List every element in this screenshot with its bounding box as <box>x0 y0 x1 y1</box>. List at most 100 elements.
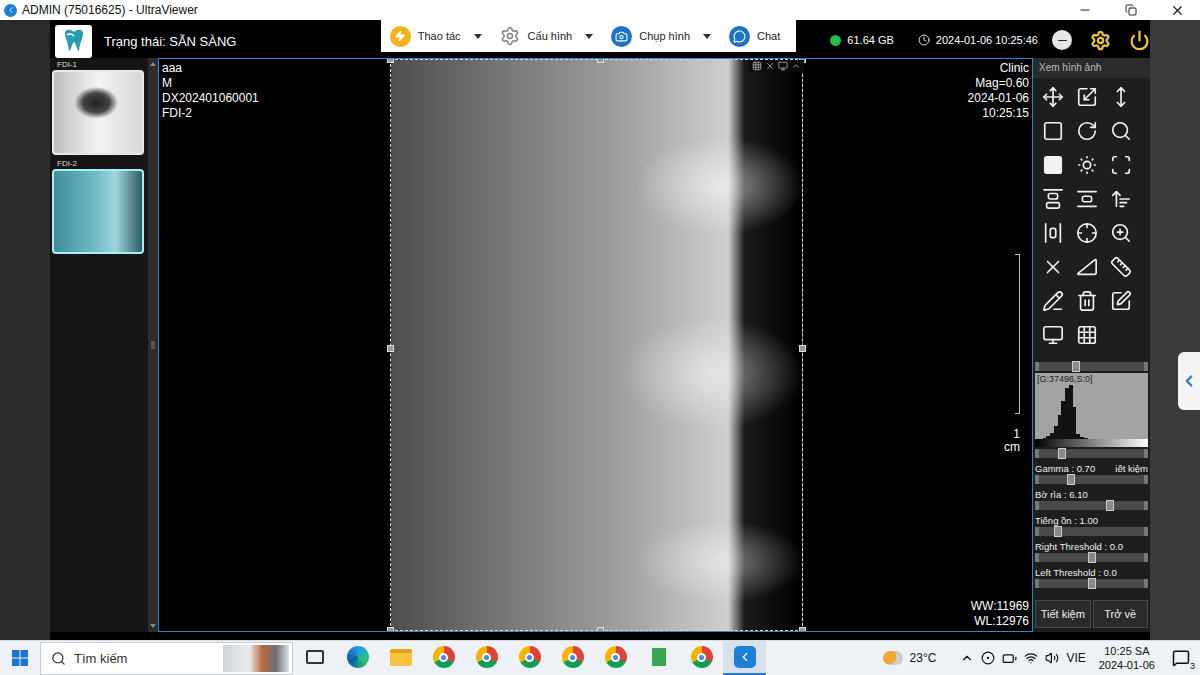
taskbar-app[interactable] <box>422 641 465 675</box>
side-tab[interactable] <box>1178 352 1200 410</box>
start-button[interactable] <box>0 650 40 666</box>
tool-button[interactable] <box>1036 250 1070 284</box>
screen: ADMIN (75016625) - UltraViewerTrạng thái… <box>0 0 1200 675</box>
tool-button[interactable] <box>1070 284 1104 318</box>
slider-track[interactable] <box>1035 501 1148 510</box>
tool-button[interactable] <box>1036 318 1070 352</box>
tool-button[interactable] <box>1070 182 1104 216</box>
slider-thumb[interactable] <box>1067 474 1075 485</box>
collapse-icon[interactable] <box>791 61 801 71</box>
tool-button[interactable] <box>1104 216 1138 250</box>
storage-text: 61.64 GB <box>847 34 893 46</box>
taskbar-app[interactable] <box>680 641 723 675</box>
gear-icon[interactable] <box>1090 30 1111 51</box>
tool-button[interactable] <box>1036 182 1070 216</box>
slider-track[interactable] <box>1035 553 1148 562</box>
power-icon[interactable] <box>1129 30 1150 51</box>
tool-button[interactable] <box>1070 250 1104 284</box>
menu-item[interactable]: Cấu hình <box>497 26 597 47</box>
info-line: FDI-2 <box>162 106 387 121</box>
tool-button[interactable] <box>1070 148 1104 182</box>
slider-thumb[interactable] <box>1106 500 1114 511</box>
grid-icon[interactable] <box>752 61 762 71</box>
slider-extra[interactable]: iết kiệm <box>1115 462 1148 475</box>
tool-button[interactable] <box>1104 182 1138 216</box>
slider-thumb[interactable] <box>1058 448 1066 459</box>
thumbnail-image[interactable] <box>52 70 144 155</box>
tool-button[interactable] <box>1104 284 1138 318</box>
tool-button[interactable] <box>1070 80 1104 114</box>
menu-item[interactable]: Chat <box>726 26 783 47</box>
battery-icon[interactable] <box>1002 651 1017 666</box>
language-text[interactable]: VIE <box>1066 651 1085 665</box>
info-line: 10:25:15 <box>982 106 1029 121</box>
taskbar-app[interactable] <box>508 641 551 675</box>
search-box[interactable]: Tìm kiếm <box>40 642 293 675</box>
tool-button[interactable] <box>1104 250 1138 284</box>
slider-track[interactable] <box>1035 579 1148 588</box>
slider-thumb[interactable] <box>1088 552 1096 563</box>
close-button[interactable] <box>1154 0 1200 20</box>
monitor-icon[interactable] <box>778 61 788 71</box>
notification-count: 3 <box>1189 661 1196 671</box>
taskbar-app[interactable] <box>594 641 637 675</box>
taskbar-app[interactable] <box>336 641 379 675</box>
taskbar-app[interactable] <box>723 641 766 675</box>
tool-button[interactable] <box>1070 216 1104 250</box>
menu-item[interactable]: Chụp hình <box>608 26 714 47</box>
panel-button[interactable]: Tiết kiệm <box>1035 600 1091 628</box>
restore-button[interactable] <box>1108 0 1154 20</box>
thumbnail-item[interactable]: FDI-2 <box>52 159 145 254</box>
taskbar-app[interactable] <box>551 641 594 675</box>
taskbar-clock[interactable]: 10:25 SA2024-01-06 <box>1093 644 1161 672</box>
crosshair-icon <box>1076 222 1098 244</box>
xray-image[interactable] <box>390 59 803 631</box>
taskbar-app[interactable] <box>379 641 422 675</box>
taskbar-app[interactable] <box>465 641 508 675</box>
volume-icon[interactable] <box>1045 651 1059 665</box>
thumbnail-scrollbar[interactable] <box>148 58 158 632</box>
close-icon[interactable] <box>765 61 775 71</box>
record-icon[interactable] <box>981 651 995 665</box>
minimize-app-button[interactable] <box>1052 30 1072 50</box>
slider-thumb[interactable] <box>1072 361 1080 372</box>
notification-button[interactable]: 3 <box>1168 645 1194 671</box>
minimize-button[interactable] <box>1062 0 1108 20</box>
histogram-bottom-slider[interactable] <box>1035 449 1148 458</box>
image-viewer[interactable]: aaaMDX202401060001FDI-2ClinicMag=0.60202… <box>158 58 1033 632</box>
tool-button[interactable] <box>1070 318 1104 352</box>
align-middle-icon <box>1076 188 1098 210</box>
fullscreen-icon <box>1110 154 1132 176</box>
panel-button[interactable]: Trở về <box>1093 600 1149 628</box>
resize-handle[interactable] <box>597 58 604 63</box>
tool-button[interactable] <box>1070 114 1104 148</box>
tool-button[interactable] <box>1104 80 1138 114</box>
tool-button[interactable] <box>1104 114 1138 148</box>
tool-button[interactable] <box>1036 216 1070 250</box>
taskbar-app[interactable] <box>637 641 680 675</box>
tool-button[interactable] <box>1036 148 1070 182</box>
resize-handle[interactable] <box>799 345 806 352</box>
weather-text[interactable]: 23°C <box>910 651 937 665</box>
thumbnail-item[interactable]: FDI-1 <box>52 60 145 155</box>
slider-thumb[interactable] <box>1088 578 1096 589</box>
tool-button[interactable] <box>1036 114 1070 148</box>
tool-button[interactable] <box>1036 80 1070 114</box>
action-icon <box>390 26 411 47</box>
slider-track[interactable] <box>1035 527 1148 536</box>
info-line: Mag=0.60 <box>975 76 1029 91</box>
menu-item[interactable]: Thao tác <box>387 26 485 47</box>
resize-handle[interactable] <box>387 345 394 352</box>
slider-thumb[interactable] <box>1054 526 1062 537</box>
taskbar-app[interactable] <box>293 641 336 675</box>
tool-button[interactable] <box>1036 284 1070 318</box>
tool-button[interactable] <box>1104 148 1138 182</box>
wifi-icon[interactable] <box>1024 651 1038 665</box>
thumbnail-image[interactable] <box>52 169 144 254</box>
left-gutter <box>0 20 50 640</box>
histogram-top-slider[interactable] <box>1035 362 1148 371</box>
info-line: WW:11969 <box>971 599 1029 614</box>
slider-track[interactable] <box>1035 475 1148 484</box>
resize-handle[interactable] <box>387 58 394 63</box>
tray-expand-icon[interactable] <box>960 651 974 665</box>
